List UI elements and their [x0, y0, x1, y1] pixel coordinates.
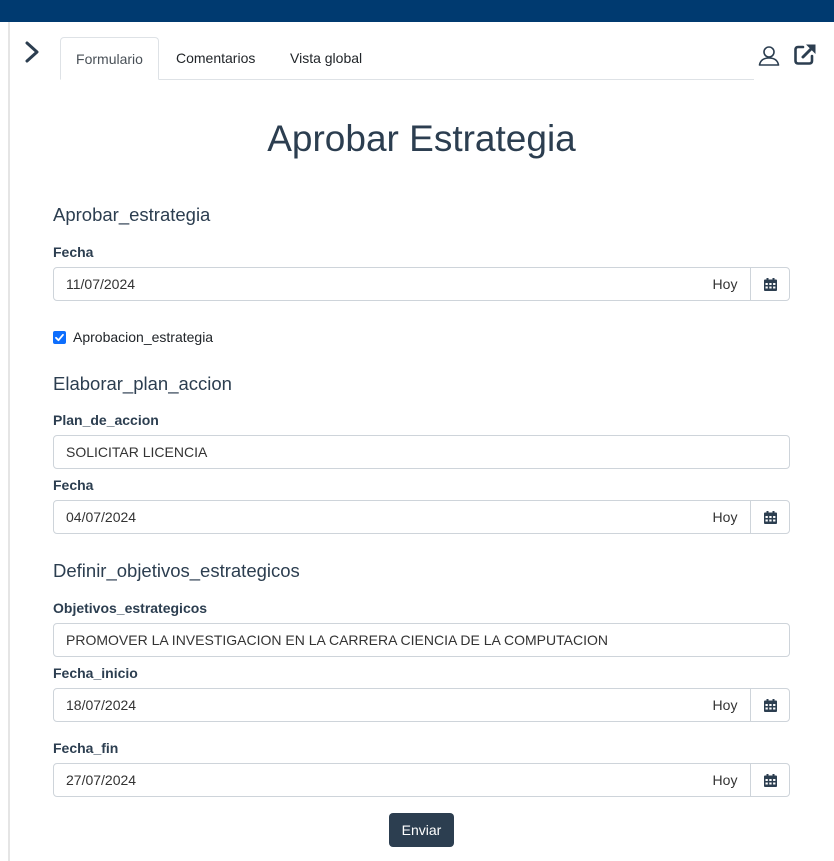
objetivos-estrategicos-field[interactable] — [53, 623, 790, 657]
tab-vista-global[interactable]: Vista global — [275, 37, 377, 79]
hoy-button[interactable]: Hoy — [700, 500, 751, 534]
fecha-inicio-label: Fecha_inicio — [53, 665, 138, 681]
aprobacion-estrategia-label: Aprobacion_estrategia — [73, 329, 214, 345]
calendar-button[interactable] — [750, 500, 790, 534]
plan-de-accion-label: Plan_de_accion — [53, 412, 159, 428]
page-title: Aprobar Estrategia — [267, 118, 576, 159]
hoy-button[interactable]: Hoy — [700, 688, 751, 722]
tab-bar: Formulario Comentarios Vista global — [60, 37, 754, 80]
fecha-field[interactable] — [53, 500, 701, 534]
fecha-label: Fecha — [53, 244, 94, 260]
calendar-button[interactable] — [750, 688, 790, 722]
tab-comentarios[interactable]: Comentarios — [161, 37, 270, 79]
plan-de-accion-field[interactable] — [53, 435, 790, 469]
fecha-field[interactable] — [53, 267, 701, 301]
section-heading-definir-objetivos: Definir_objetivos_estrategicos — [53, 560, 300, 581]
user-icon[interactable] — [757, 44, 781, 68]
hoy-button[interactable]: Hoy — [700, 267, 751, 301]
fecha-label: Fecha — [53, 477, 94, 493]
enviar-button[interactable]: Enviar — [389, 813, 454, 847]
chevron-right-icon[interactable] — [22, 40, 42, 64]
objetivos-estrategicos-label: Objetivos_estrategicos — [53, 600, 208, 616]
section-heading-elaborar-plan: Elaborar_plan_accion — [53, 373, 232, 394]
top-bar — [0, 0, 834, 22]
section-heading-aprobar-estrategia: Aprobar_estrategia — [53, 204, 211, 225]
aprobacion-estrategia-checkbox[interactable] — [53, 331, 66, 344]
external-link-icon[interactable] — [793, 43, 817, 67]
fecha-inicio-field[interactable] — [53, 688, 701, 722]
calendar-button[interactable] — [750, 267, 790, 301]
fecha-fin-label: Fecha_fin — [53, 740, 119, 756]
calendar-button[interactable] — [750, 763, 790, 797]
hoy-button[interactable]: Hoy — [700, 763, 751, 797]
tab-formulario[interactable]: Formulario — [60, 37, 159, 80]
fecha-fin-field[interactable] — [53, 763, 701, 797]
